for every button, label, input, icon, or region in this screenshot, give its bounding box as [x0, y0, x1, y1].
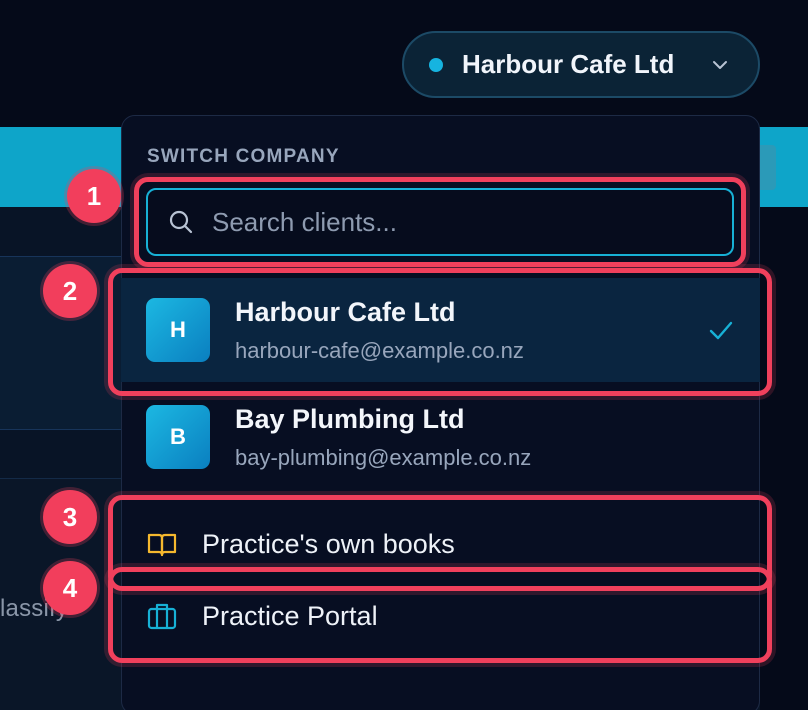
client-name: Bay Plumbing Ltd: [235, 403, 465, 434]
avatar: B: [146, 405, 210, 469]
annotation-badge: 1: [67, 169, 121, 223]
book-icon: [147, 533, 177, 557]
company-switcher-button[interactable]: Harbour Cafe Ltd: [402, 31, 760, 98]
client-name: Harbour Cafe Ltd: [235, 296, 456, 327]
briefcase-icon: [147, 603, 177, 630]
background-column: [760, 207, 808, 710]
annotation-badge: 4: [43, 561, 97, 615]
practice-own-books-item[interactable]: Practice's own books: [121, 510, 760, 578]
action-label: Practice's own books: [202, 528, 455, 559]
annotation-badge: 2: [43, 264, 97, 318]
check-icon: [709, 321, 733, 340]
chevron-down-icon: [713, 61, 727, 69]
search-field[interactable]: [146, 188, 734, 256]
client-email: harbour-cafe@example.co.nz: [235, 337, 524, 363]
company-switcher-label: Harbour Cafe Ltd: [462, 49, 675, 79]
search-icon: [169, 210, 193, 234]
status-dot: [429, 57, 443, 72]
section-title: SWITCH COMPANY: [147, 146, 340, 167]
avatar: H: [146, 298, 210, 362]
app-window: lassify Harbour Cafe Ltd SWITCH COMPANY …: [0, 0, 808, 710]
client-item-bay-plumbing[interactable]: B Bay Plumbing Ltd bay-plumbing@example.…: [121, 385, 760, 489]
annotation-badge: 3: [43, 490, 97, 544]
client-email: bay-plumbing@example.co.nz: [235, 444, 532, 470]
client-item-harbour-cafe[interactable]: H Harbour Cafe Ltd harbour-cafe@example.…: [121, 278, 760, 382]
search-input[interactable]: [212, 206, 732, 238]
action-label: Practice Portal: [202, 600, 378, 631]
practice-portal-item[interactable]: Practice Portal: [121, 582, 760, 650]
